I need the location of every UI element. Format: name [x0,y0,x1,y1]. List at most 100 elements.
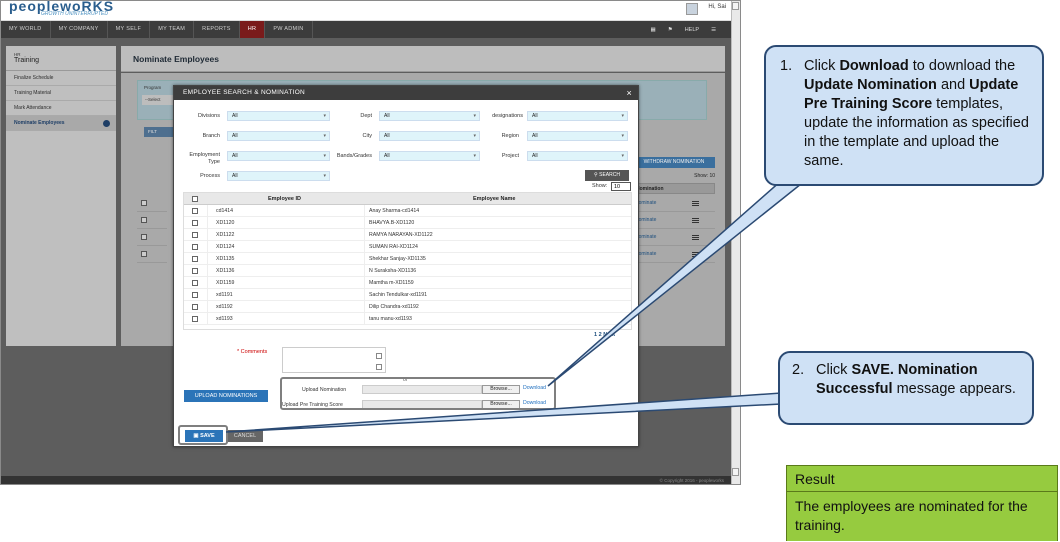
bg-show-selector[interactable]: Show: 10 [694,173,715,179]
sidebar-item-mark-attendance[interactable]: Mark Attendance [6,101,116,116]
comments-input[interactable] [282,347,386,373]
table-row[interactable]: xd1191 Sachin Tendulkar-xd1191 [184,289,631,301]
table-row[interactable]: cd1414 Anay Sharma-cd1414 [184,205,631,217]
table-row[interactable]: XD1120 BHAVYA.B-XD1120 [184,217,631,229]
row-checkbox[interactable] [192,280,198,286]
filter-button[interactable]: FILT [144,127,174,137]
help-link[interactable]: HELP [685,27,699,33]
project-select[interactable]: All [527,151,628,161]
employee-id-cell: XD1159 [216,280,235,286]
close-icon[interactable]: × [626,86,632,100]
upload-nominations-button[interactable]: UPLOAD NOMINATIONS [184,390,268,402]
row-checkbox[interactable] [141,217,147,223]
row-checkbox[interactable] [192,304,198,310]
employee-search-modal: EMPLOYEE SEARCH & NOMINATION × Divisions… [173,85,639,447]
employee-name-cell: N Suraksha-XD1136 [369,268,417,274]
row-checkbox[interactable] [192,232,198,238]
process-label: Process [200,173,220,179]
next-page-link[interactable]: Next [603,332,615,338]
nav-my-team[interactable]: MY TEAM [150,21,195,38]
bands-grades-select[interactable]: All [379,151,480,161]
checkbox-icon[interactable] [376,364,382,370]
branch-select[interactable]: All [227,131,330,141]
cancel-button[interactable]: CANCEL [227,430,263,442]
table-row [137,212,167,229]
page-1-link[interactable]: 1 [594,332,597,338]
menu-icon[interactable]: ☰ [711,27,716,33]
vertical-scrollbar[interactable] [731,1,740,484]
table-row[interactable]: xd1193 tanu manu-xd1193 [184,313,631,325]
employee-id-cell: XD1122 [216,232,235,238]
employee-name-header[interactable]: Employee Name [473,196,516,202]
row-checkbox[interactable] [192,256,198,262]
page-size-select[interactable]: 10 [611,182,631,191]
nav-my-world[interactable]: MY WORLD [1,21,51,38]
result-text: The employees are nominated for the trai… [787,492,1057,541]
table-row[interactable]: XD1122 RAMYA NARAYAN-XD1122 [184,229,631,241]
table-row[interactable]: XD1135 Shekhar Sanjay-XD1135 [184,253,631,265]
list-icon[interactable] [692,252,699,257]
nav-reports[interactable]: REPORTS [194,21,240,38]
nav-pw-admin[interactable]: PW ADMIN [265,21,313,38]
sidebar-title: Training [14,57,40,64]
nominate-link[interactable]: Nominate [631,195,715,212]
column-divider [207,301,208,313]
sidebar-item-finalize-schedule[interactable]: Finalize Schedule [6,71,116,86]
employee-id-header[interactable]: Employee ID [268,196,301,202]
column-divider [207,229,208,241]
table-row [137,229,167,246]
row-checkbox[interactable] [141,234,147,240]
table-row[interactable]: XD1159 Mamtha m-XD1159 [184,277,631,289]
dept-select[interactable]: All [379,111,480,121]
search-button[interactable]: ⚲ SEARCH [585,170,629,181]
flag-icon[interactable]: ⚑ [668,27,673,33]
select-all-checkbox[interactable] [192,196,198,202]
checkbox-icon[interactable] [376,353,382,359]
page-2-link[interactable]: 2 [599,332,602,338]
user-greeting[interactable]: Hi, Sai [708,4,726,10]
nominate-link[interactable]: Nominate [631,212,715,229]
process-select[interactable]: All [227,171,330,181]
avatar[interactable] [686,3,698,15]
logo-tagline: GROWTH UNINTERRUPTED [41,11,108,17]
row-checkbox[interactable] [192,220,198,226]
sidebar-item-training-material[interactable]: Training Material [6,86,116,101]
row-checkbox[interactable] [192,208,198,214]
nav-my-self[interactable]: MY SELF [108,21,151,38]
table-row[interactable]: XD1136 N Suraksha-XD1136 [184,265,631,277]
nav-my-company[interactable]: MY COMPANY [51,21,108,38]
employee-name-cell: Dilip Chandra-xd1192 [369,304,419,310]
column-divider [364,277,365,289]
scroll-up-icon[interactable] [732,2,739,10]
column-divider [364,289,365,301]
callout-1-bold-update-nomination: Update Nomination [804,77,937,93]
column-divider [207,241,208,253]
row-checkbox[interactable] [141,200,147,206]
row-checkbox[interactable] [192,292,198,298]
branch-label: Branch [202,133,220,139]
designations-select[interactable]: All [527,111,628,121]
row-checkbox[interactable] [192,316,198,322]
nominate-link[interactable]: Nominate [631,229,715,246]
row-checkbox[interactable] [141,251,147,257]
nav-hr[interactable]: HR [239,21,266,38]
list-icon[interactable] [692,218,699,223]
show-label: Show: [592,183,608,189]
sidebar-item-nominate-employees[interactable]: Nominate Employees [6,116,116,131]
comments-label: * Comments [237,349,267,355]
region-select[interactable]: All [527,131,628,141]
row-checkbox[interactable] [192,268,198,274]
employee-id-cell: xd1191 [216,292,233,298]
list-icon[interactable] [692,235,699,240]
grid-icon[interactable]: ▦ [651,27,656,33]
divisions-select[interactable]: All [227,111,330,121]
nominate-link[interactable]: Nominate [631,246,715,263]
scroll-down-icon[interactable] [732,468,739,476]
employment-type-select[interactable]: All [227,151,330,161]
table-row[interactable]: XD1124 SUMAN RAI-XD1124 [184,241,631,253]
list-icon[interactable] [692,201,699,206]
table-row[interactable]: xd1192 Dilip Chandra-xd1192 [184,301,631,313]
row-checkbox[interactable] [192,244,198,250]
city-select[interactable]: All [379,131,480,141]
withdraw-nomination-button[interactable]: WITHDRAW NOMINATION [633,157,715,168]
